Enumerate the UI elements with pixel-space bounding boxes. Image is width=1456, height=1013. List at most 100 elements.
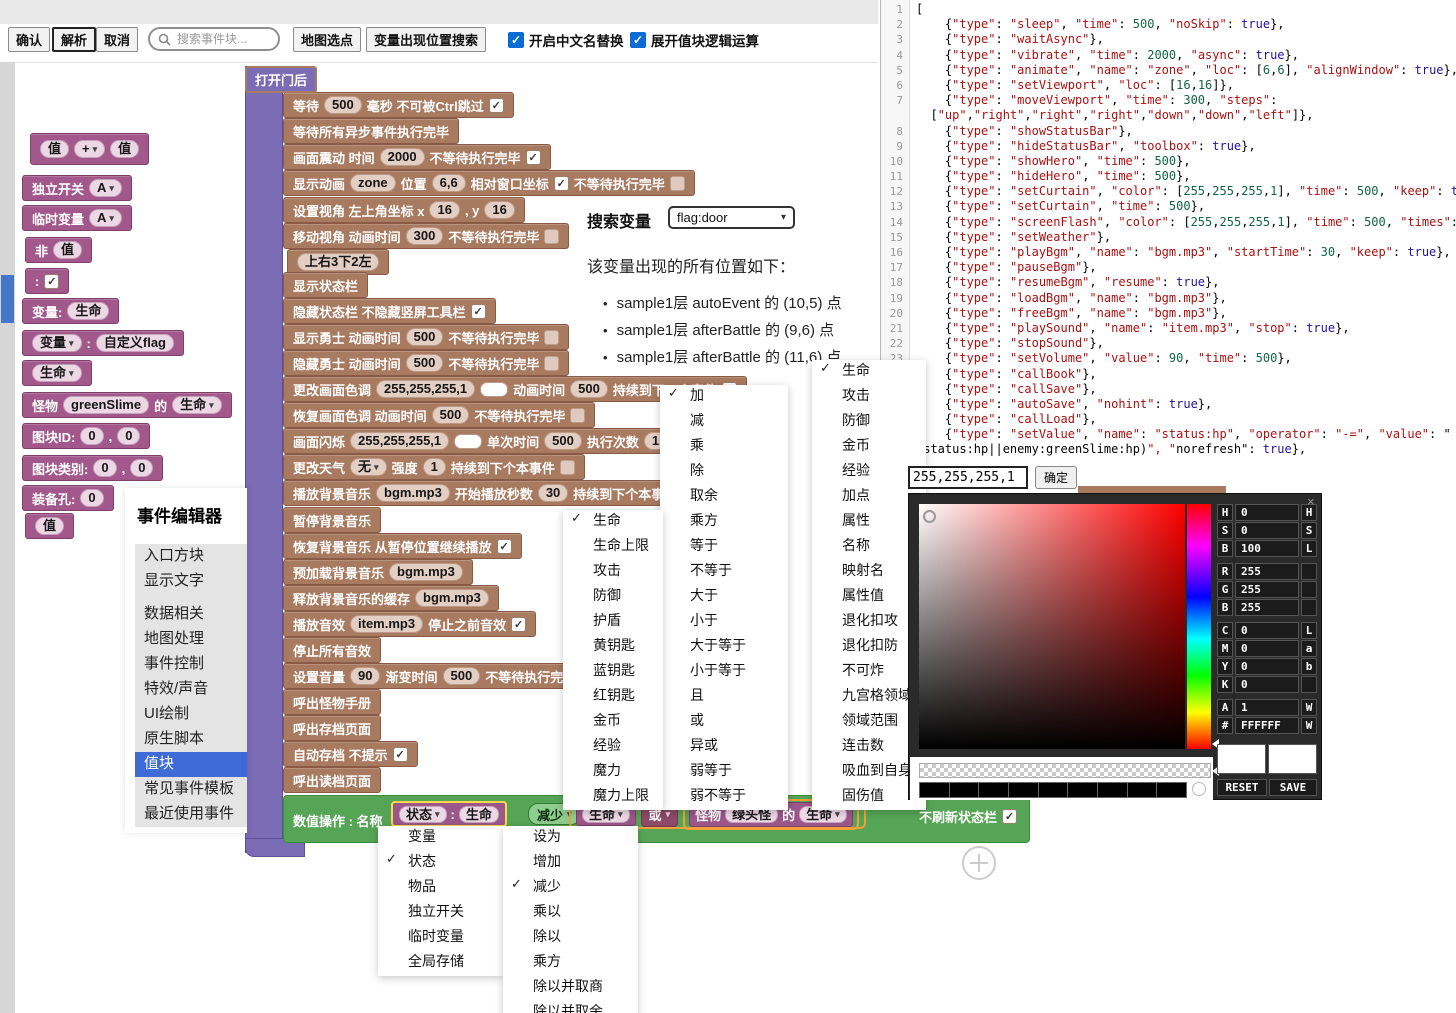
menu-item[interactable]: 且 xyxy=(660,685,788,710)
dropdown-field[interactable]: 生命▾ xyxy=(172,396,222,414)
menu-item[interactable]: 乘方 xyxy=(503,951,638,976)
menu-item[interactable]: 乘 xyxy=(660,435,788,460)
menu-item[interactable]: ✓生命 xyxy=(563,510,663,535)
flyout-block[interactable]: 独立开关A▾ xyxy=(22,175,132,201)
palette-item[interactable]: 地图处理 xyxy=(135,627,247,652)
menu-item[interactable]: 等于 xyxy=(660,535,788,560)
statement-block[interactable]: 停止所有音效 xyxy=(283,637,381,663)
checkbox-field[interactable] xyxy=(544,330,559,345)
menu-item[interactable]: 减 xyxy=(660,410,788,435)
saturation-cursor[interactable] xyxy=(923,510,936,523)
picker-field-mode[interactable]: a xyxy=(1301,640,1317,657)
menu-item[interactable]: 异或 xyxy=(660,735,788,760)
menu-item[interactable]: 黄钥匙 xyxy=(563,635,663,660)
menu-item[interactable]: 魔力 xyxy=(563,760,663,785)
checkbox-field[interactable]: ✓ xyxy=(497,539,512,554)
palette-swatch[interactable] xyxy=(1039,783,1068,797)
palette-swatch[interactable] xyxy=(950,783,979,797)
dropdown-field[interactable]: 无▾ xyxy=(350,458,387,476)
dropdown-field[interactable]: A▾ xyxy=(89,209,122,227)
checkbox-field[interactable]: ✓ xyxy=(489,98,504,113)
flyout-block[interactable]: 图块类别:0,0 xyxy=(22,455,163,481)
field-value[interactable]: 90 xyxy=(350,667,380,685)
code-panel[interactable]: 1[2 {"type": "sleep", "time": 500, "noSk… xyxy=(880,0,1456,473)
statement-block[interactable]: 释放背景音乐的缓存bgm.mp3 xyxy=(283,585,499,611)
picker-field-value[interactable]: FFFFFF xyxy=(1235,717,1299,734)
field-value[interactable]: 255,255,255,1 xyxy=(350,432,449,450)
color-swatch-field[interactable] xyxy=(480,382,508,397)
checkbox-field[interactable]: ✓ xyxy=(471,304,486,319)
field-value[interactable]: 0 xyxy=(80,489,103,507)
checkbox-field[interactable]: ✓ xyxy=(393,747,408,762)
palette-item[interactable]: 数据相关 xyxy=(135,602,247,627)
event-wrapper-spine[interactable] xyxy=(245,66,283,853)
menu-item[interactable]: 大于 xyxy=(660,585,788,610)
menu-item[interactable]: 防御 xyxy=(812,410,926,435)
palette-item[interactable]: 常见事件模板 xyxy=(135,777,247,802)
field-value[interactable]: 2000 xyxy=(380,148,425,166)
palette-item[interactable]: 特效/声音 xyxy=(135,677,247,702)
menu-item[interactable]: 小于 xyxy=(660,610,788,635)
menu-item[interactable]: 乘方 xyxy=(660,510,788,535)
palette-swatch[interactable] xyxy=(1128,783,1157,797)
flyout-block[interactable]: 图块ID:0,0 xyxy=(22,423,150,449)
statement-block[interactable]: 设置视角 左上角坐标 x16, y16 xyxy=(283,197,525,223)
menu-item[interactable]: 增加 xyxy=(503,851,638,876)
field-value[interactable]: item.mp3 xyxy=(350,615,423,633)
checkbox-field[interactable]: ✓ xyxy=(511,617,526,632)
menu-item[interactable]: 红钥匙 xyxy=(563,685,663,710)
cancel-button[interactable]: 取消 xyxy=(96,27,138,52)
statement-block[interactable]: 更改天气无▾强度1持续到下个本事件 xyxy=(283,454,585,480)
field-value[interactable]: 6,6 xyxy=(432,174,466,192)
state-type-dropdown[interactable]: 状态▾ xyxy=(399,806,447,823)
color-ok-button[interactable]: 确定 xyxy=(1035,466,1077,489)
palette-item[interactable]: 原生脚本 xyxy=(135,727,247,752)
palette-swatch[interactable] xyxy=(1098,783,1127,797)
statement-block[interactable]: 恢复背景音乐 从暂停位置继续播放✓ xyxy=(283,533,522,559)
picker-field-value[interactable]: 100 xyxy=(1235,540,1299,557)
statement-block[interactable]: 显示动画zone位置6,6相对窗口坐标✓不等待执行完毕 xyxy=(283,170,695,196)
palette-swatch[interactable] xyxy=(979,783,1008,797)
statement-block[interactable]: 画面闪烁255,255,255,1单次时间500执行次数1 xyxy=(283,428,677,454)
menu-item[interactable]: 除以 xyxy=(503,926,638,951)
picker-field-mode[interactable]: W xyxy=(1301,699,1317,716)
menu-item[interactable]: 临时变量 xyxy=(378,926,503,951)
field-value[interactable]: 500 xyxy=(544,432,582,450)
dropdown-field[interactable]: 变量▾ xyxy=(32,334,82,352)
menu-item[interactable]: 攻击 xyxy=(812,385,926,410)
variable-select[interactable]: flag:door ▾ xyxy=(668,206,795,229)
field-value[interactable]: 值 xyxy=(53,241,82,259)
field-value[interactable]: 值 xyxy=(40,140,69,158)
statement-block[interactable]: 呼出存档页面 xyxy=(283,715,381,741)
alpha-slider[interactable] xyxy=(919,763,1211,778)
menu-item[interactable]: 除 xyxy=(660,460,788,485)
menu-item[interactable]: ✓减少 xyxy=(503,876,638,901)
picker-field-mode[interactable] xyxy=(1301,676,1317,693)
menu-item[interactable]: 全局存储 xyxy=(378,951,503,976)
picker-field-value[interactable]: 0 xyxy=(1235,622,1299,639)
statement-block[interactable]: 移动视角 动画时间300不等待执行完毕 xyxy=(283,223,569,249)
menu-item[interactable]: ✓状态 xyxy=(378,851,503,876)
palette-item[interactable]: 事件控制 xyxy=(135,652,247,677)
statement-block[interactable]: 播放背景音乐bgm.mp3开始播放秒数30持续到下个本事件 xyxy=(283,480,707,506)
palette-item[interactable]: 入口方块 xyxy=(135,544,247,569)
flyout-block[interactable]: 装备孔:0 xyxy=(22,485,114,511)
state-name-field[interactable]: 生命 xyxy=(459,806,499,823)
field-value[interactable]: bgm.mp3 xyxy=(389,563,463,581)
confirm-button[interactable]: 确认 xyxy=(8,27,50,52)
field-value[interactable]: 上右3下2左 xyxy=(297,253,379,271)
picker-field-mode[interactable]: L xyxy=(1301,540,1317,557)
flyout-block[interactable]: 非值 xyxy=(25,237,92,263)
event-wrapper-label[interactable]: 打开门后 xyxy=(245,66,317,93)
flyout-block[interactable]: 临时变量A▾ xyxy=(22,205,132,231)
var-search-button[interactable]: 变量出现位置搜索 xyxy=(366,27,486,52)
palette-swatch[interactable] xyxy=(1009,783,1038,797)
field-value[interactable]: 300 xyxy=(406,227,444,245)
left-scrollbar-track[interactable] xyxy=(0,62,15,1013)
field-value[interactable]: zone xyxy=(350,174,396,192)
block-search-box[interactable] xyxy=(148,27,280,51)
menu-item[interactable]: 除以并取余 xyxy=(503,1001,638,1013)
menu-item[interactable]: 设为 xyxy=(503,826,638,851)
picker-field-mode[interactable] xyxy=(1301,581,1317,598)
field-value[interactable]: bgm.mp3 xyxy=(415,589,489,607)
